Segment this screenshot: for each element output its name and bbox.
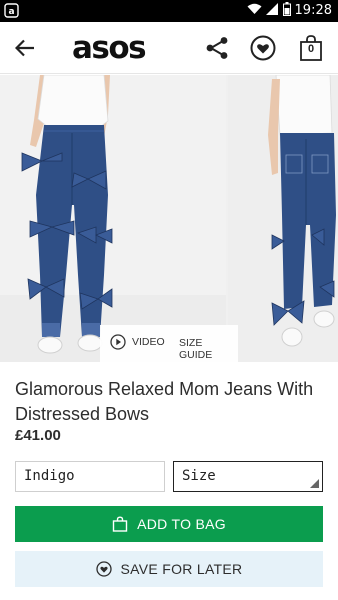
bag-button[interactable]: 0 — [298, 34, 324, 62]
battery-icon — [282, 2, 291, 19]
size-guide-button[interactable]: SIZE GUIDE — [179, 337, 238, 361]
bag-count: 0 — [307, 43, 315, 55]
notification-icon: a — [4, 3, 19, 23]
share-icon — [206, 37, 228, 59]
colour-value: Indigo — [24, 468, 75, 484]
product-image-back[interactable] — [228, 75, 338, 362]
asos-logo[interactable]: asos — [72, 30, 147, 66]
heart-icon — [95, 561, 112, 577]
heart-icon — [250, 35, 276, 61]
share-button[interactable] — [204, 35, 230, 61]
svg-text:a: a — [8, 7, 14, 17]
status-time: 19:28 — [294, 3, 332, 18]
add-to-bag-label: ADD TO BAG — [137, 516, 226, 532]
play-icon — [110, 334, 126, 350]
product-image-front[interactable] — [0, 75, 226, 362]
dropdown-arrow-icon — [310, 479, 319, 488]
arrow-left-icon — [15, 39, 34, 57]
video-button[interactable]: VIDEO — [110, 334, 165, 350]
app-header: asos 0 — [0, 22, 338, 74]
back-button[interactable] — [12, 35, 38, 61]
product-gallery[interactable]: VIDEO SIZE GUIDE — [0, 75, 338, 362]
add-to-bag-button[interactable]: ADD TO BAG — [15, 506, 323, 542]
size-placeholder: Size — [182, 468, 216, 484]
status-bar: a 19:28 — [0, 0, 338, 22]
video-label: VIDEO — [132, 336, 165, 348]
saved-items-button[interactable] — [250, 35, 276, 61]
product-price: £41.00 — [15, 427, 61, 444]
media-bar: VIDEO SIZE GUIDE — [100, 325, 238, 362]
save-for-later-button[interactable]: SAVE FOR LATER — [15, 551, 323, 587]
product-title: Glamorous Relaxed Mom Jeans With Distres… — [15, 379, 314, 424]
bag-icon — [112, 516, 128, 532]
size-select[interactable]: Size — [173, 461, 323, 492]
signal-icon — [265, 3, 279, 18]
colour-select[interactable]: Indigo — [15, 461, 165, 492]
save-for-later-label: SAVE FOR LATER — [120, 561, 243, 577]
wifi-icon — [247, 3, 262, 18]
